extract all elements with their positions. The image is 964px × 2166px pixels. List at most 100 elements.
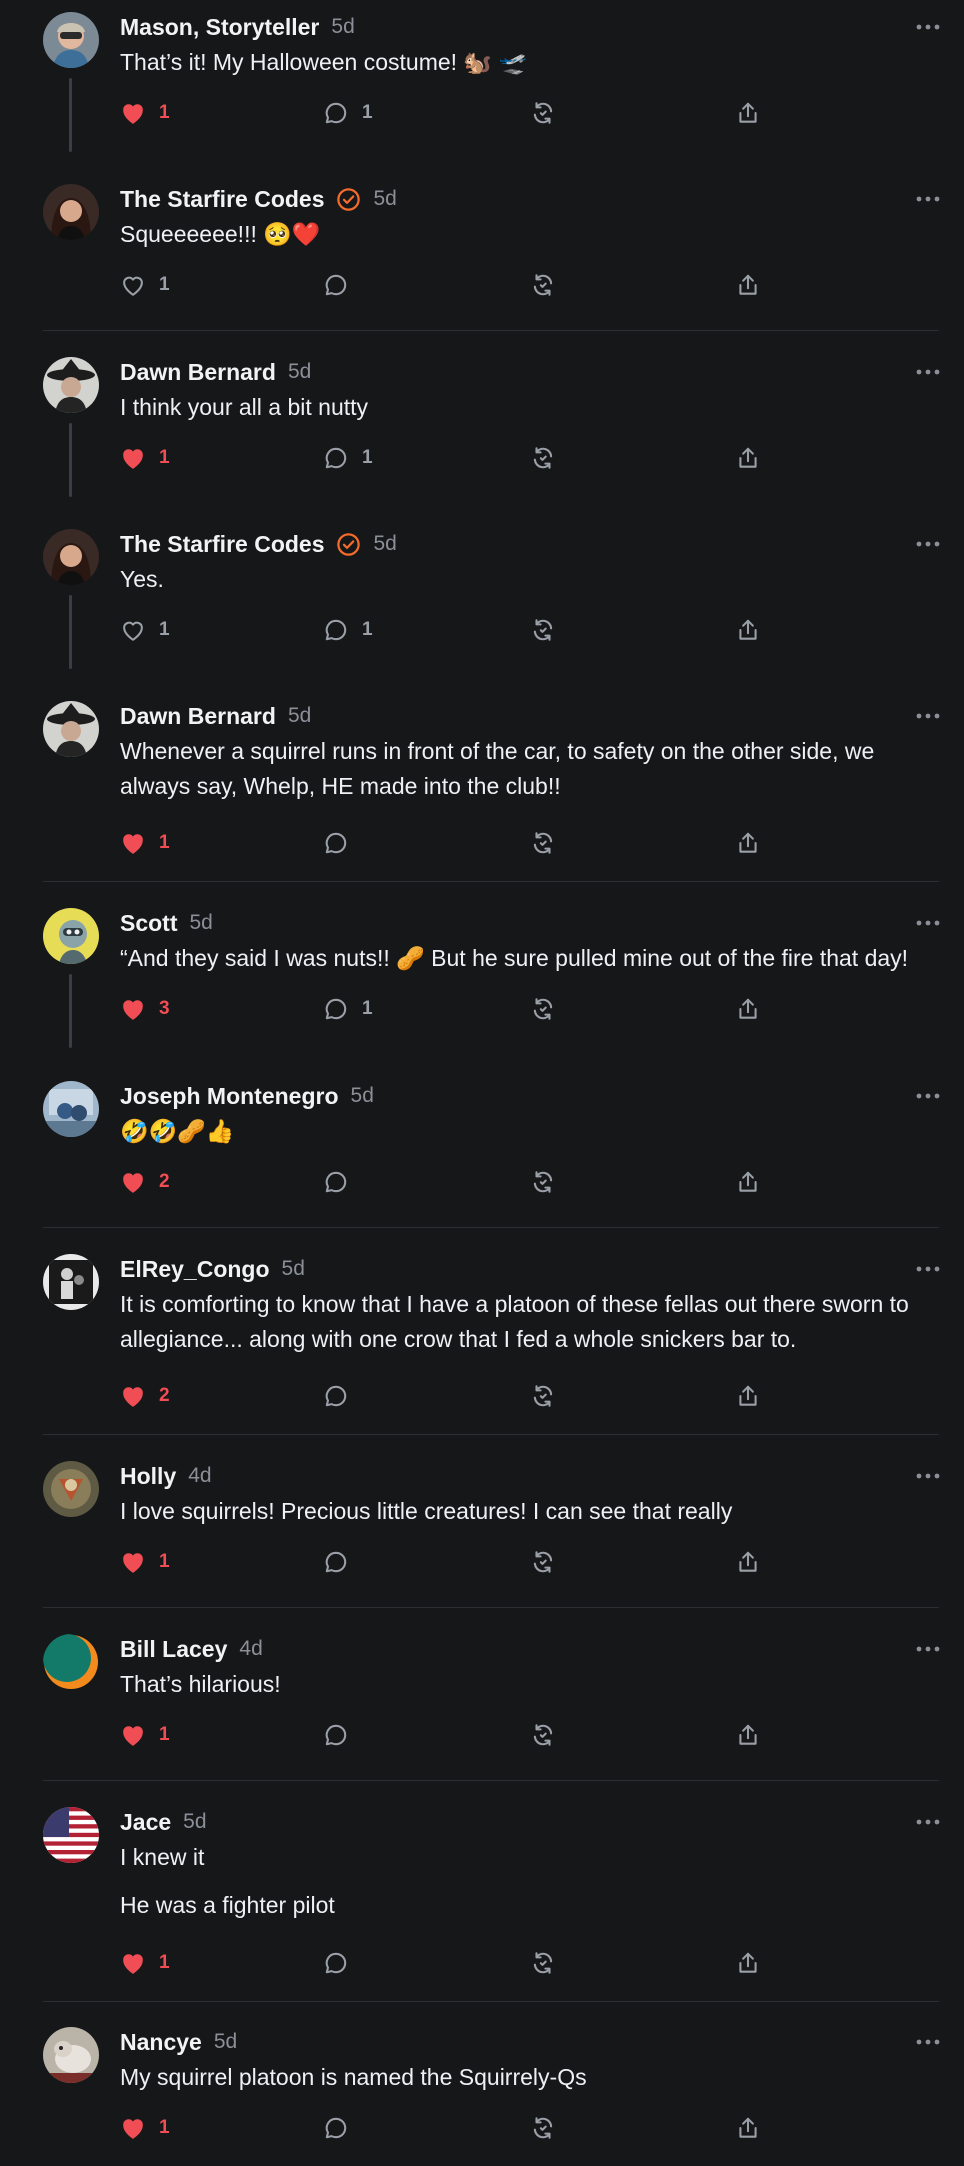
share-button[interactable] bbox=[735, 2113, 761, 2143]
more-options-icon[interactable] bbox=[906, 365, 950, 379]
author-name[interactable]: Dawn Bernard bbox=[120, 359, 276, 386]
author-name[interactable]: Bill Lacey bbox=[120, 1636, 227, 1663]
reply-button[interactable] bbox=[323, 1547, 349, 1577]
post-timestamp[interactable]: 4d bbox=[188, 1464, 211, 1488]
reply-button[interactable] bbox=[323, 1167, 349, 1197]
repost-icon bbox=[530, 445, 556, 471]
author-name[interactable]: Dawn Bernard bbox=[120, 703, 276, 730]
avatar[interactable] bbox=[43, 908, 99, 964]
author-name[interactable]: Holly bbox=[120, 1463, 176, 1490]
post-timestamp[interactable]: 5d bbox=[288, 704, 311, 728]
share-button[interactable] bbox=[735, 1547, 761, 1577]
avatar[interactable] bbox=[43, 701, 99, 757]
reply-button[interactable] bbox=[323, 1720, 349, 1750]
post-timestamp[interactable]: 5d bbox=[331, 15, 354, 39]
reply-button[interactable]: 1 bbox=[323, 98, 373, 128]
author-name[interactable]: ElRey_Congo bbox=[120, 1256, 270, 1283]
post-timestamp[interactable]: 5d bbox=[374, 532, 397, 556]
post-timestamp[interactable]: 5d bbox=[351, 1084, 374, 1108]
reply-button[interactable] bbox=[323, 270, 349, 300]
share-button[interactable] bbox=[735, 994, 761, 1024]
like-button[interactable]: 1 bbox=[120, 615, 170, 645]
like-button[interactable]: 1 bbox=[120, 443, 170, 473]
reply-button[interactable] bbox=[323, 1381, 349, 1411]
share-button[interactable] bbox=[735, 1948, 761, 1978]
more-options-icon[interactable] bbox=[906, 709, 950, 723]
avatar[interactable] bbox=[43, 1461, 99, 1517]
avatar[interactable] bbox=[43, 1081, 99, 1137]
more-options-icon[interactable] bbox=[906, 1262, 950, 1276]
like-button[interactable]: 1 bbox=[120, 1720, 170, 1750]
author-name[interactable]: Scott bbox=[120, 910, 178, 937]
post-timestamp[interactable]: 5d bbox=[190, 911, 213, 935]
share-button[interactable] bbox=[735, 270, 761, 300]
avatar[interactable] bbox=[43, 1807, 99, 1863]
author-name[interactable]: Joseph Montenegro bbox=[120, 1083, 339, 1110]
like-button[interactable]: 1 bbox=[120, 98, 170, 128]
more-options-icon[interactable] bbox=[906, 1642, 950, 1656]
author-name[interactable]: Mason, Storyteller bbox=[120, 14, 319, 41]
repost-button[interactable] bbox=[530, 1720, 556, 1750]
author-name[interactable]: The Starfire Codes bbox=[120, 531, 325, 558]
post-actions: 1 bbox=[120, 2113, 760, 2143]
like-button[interactable]: 1 bbox=[120, 828, 170, 858]
like-button[interactable]: 1 bbox=[120, 2113, 170, 2143]
author-name[interactable]: Jace bbox=[120, 1809, 171, 1836]
post-timestamp[interactable]: 5d bbox=[374, 187, 397, 211]
like-button[interactable]: 2 bbox=[120, 1381, 170, 1411]
repost-button[interactable] bbox=[530, 994, 556, 1024]
like-button[interactable]: 2 bbox=[120, 1167, 170, 1197]
reply-button[interactable]: 1 bbox=[323, 615, 373, 645]
avatar[interactable] bbox=[43, 184, 99, 240]
repost-button[interactable] bbox=[530, 828, 556, 858]
repost-button[interactable] bbox=[530, 270, 556, 300]
share-button[interactable] bbox=[735, 1381, 761, 1411]
more-options-icon[interactable] bbox=[906, 1469, 950, 1483]
author-name[interactable]: Nancye bbox=[120, 2029, 202, 2056]
reply-button[interactable] bbox=[323, 828, 349, 858]
share-button[interactable] bbox=[735, 98, 761, 128]
like-button[interactable]: 3 bbox=[120, 994, 170, 1024]
repost-button[interactable] bbox=[530, 443, 556, 473]
share-button[interactable] bbox=[735, 1720, 761, 1750]
avatar[interactable] bbox=[43, 12, 99, 68]
avatar[interactable] bbox=[43, 357, 99, 413]
like-button[interactable]: 1 bbox=[120, 1948, 170, 1978]
repost-button[interactable] bbox=[530, 98, 556, 128]
share-button[interactable] bbox=[735, 828, 761, 858]
more-options-icon[interactable] bbox=[906, 2035, 950, 2049]
post-timestamp[interactable]: 5d bbox=[288, 360, 311, 384]
post-timestamp[interactable]: 4d bbox=[239, 1637, 262, 1661]
share-button[interactable] bbox=[735, 1167, 761, 1197]
repost-button[interactable] bbox=[530, 1948, 556, 1978]
repost-button[interactable] bbox=[530, 1381, 556, 1411]
repost-button[interactable] bbox=[530, 615, 556, 645]
like-button[interactable]: 1 bbox=[120, 1547, 170, 1577]
like-count: 1 bbox=[159, 274, 170, 295]
more-options-icon[interactable] bbox=[906, 537, 950, 551]
reply-button[interactable] bbox=[323, 1948, 349, 1978]
avatar[interactable] bbox=[43, 1254, 99, 1310]
post-timestamp[interactable]: 5d bbox=[214, 2030, 237, 2054]
author-name[interactable]: The Starfire Codes bbox=[120, 186, 325, 213]
share-button[interactable] bbox=[735, 443, 761, 473]
more-options-icon[interactable] bbox=[906, 916, 950, 930]
post-timestamp[interactable]: 5d bbox=[183, 1810, 206, 1834]
reply-button[interactable]: 1 bbox=[323, 994, 373, 1024]
more-options-icon[interactable] bbox=[906, 20, 950, 34]
repost-button[interactable] bbox=[530, 1547, 556, 1577]
reply-button[interactable] bbox=[323, 2113, 349, 2143]
more-options-icon[interactable] bbox=[906, 1815, 950, 1829]
like-button[interactable]: 1 bbox=[120, 270, 170, 300]
avatar[interactable] bbox=[43, 2027, 99, 2083]
post-text-line: That’s it! My Halloween costume! 🐿️ 🛫 bbox=[120, 49, 528, 75]
more-options-icon[interactable] bbox=[906, 192, 950, 206]
repost-button[interactable] bbox=[530, 2113, 556, 2143]
avatar[interactable] bbox=[43, 1634, 99, 1690]
reply-button[interactable]: 1 bbox=[323, 443, 373, 473]
avatar[interactable] bbox=[43, 529, 99, 585]
repost-button[interactable] bbox=[530, 1167, 556, 1197]
more-options-icon[interactable] bbox=[906, 1089, 950, 1103]
share-button[interactable] bbox=[735, 615, 761, 645]
post-timestamp[interactable]: 5d bbox=[282, 1257, 305, 1281]
